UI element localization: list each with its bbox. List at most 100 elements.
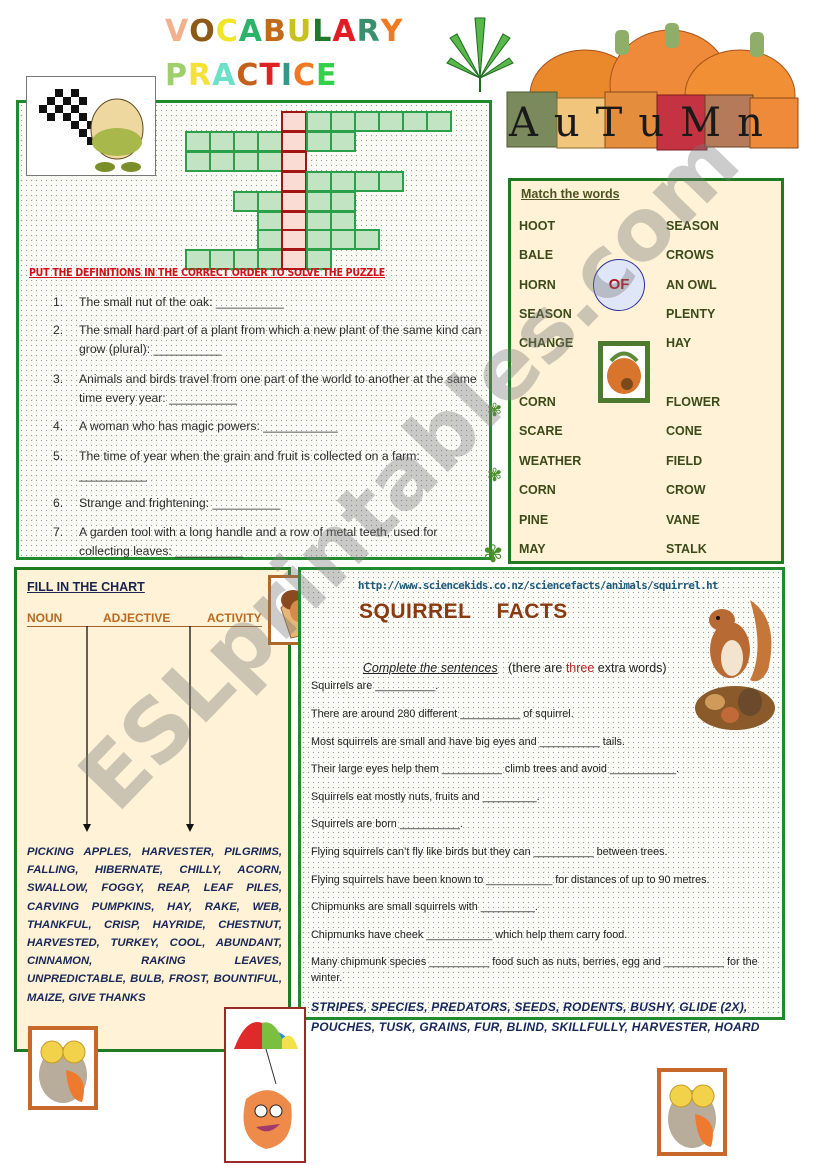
crossword-cell[interactable] [306, 131, 332, 152]
crossword-cell[interactable] [426, 111, 452, 132]
match-word[interactable]: CROWS [666, 248, 714, 262]
match-word[interactable]: BALE [519, 248, 553, 262]
crossword-cell[interactable] [402, 111, 428, 132]
title-letter: C [215, 14, 239, 49]
crossword-cell[interactable] [233, 191, 259, 212]
crossword-cell[interactable] [185, 151, 211, 172]
title-letter: U [286, 14, 313, 49]
fact-sentence: Flying squirrels can’t fly like birds bu… [311, 846, 668, 858]
autumn-letter: A [509, 100, 538, 146]
match-word[interactable]: VANE [666, 513, 700, 527]
crossword-cell[interactable] [306, 229, 332, 250]
crossword-cell[interactable] [185, 131, 211, 152]
crossword-cell[interactable] [378, 171, 404, 192]
match-word[interactable]: CORN [519, 483, 556, 497]
crossword-cell[interactable] [209, 151, 235, 172]
crossword-key-cell[interactable] [281, 151, 307, 172]
definition-number: 4. [53, 419, 64, 433]
crossword-cell[interactable] [378, 111, 404, 132]
crossword-key-cell[interactable] [281, 131, 307, 152]
match-word[interactable]: SEASON [666, 219, 719, 233]
complete-sentences-label: Complete the sentences [362, 661, 498, 675]
crossword-cell[interactable] [233, 151, 259, 172]
crossword-cell[interactable] [354, 171, 380, 192]
title-vocabulary: VOCABULARY [165, 14, 403, 49]
fact-sentence: Most squirrels are small and have big ey… [311, 736, 625, 748]
title-letter: V [165, 14, 190, 49]
title-letter: A [212, 58, 237, 93]
definition-item: 6. Strange and frightening: __________ [53, 494, 485, 513]
definition-text: Animals and birds travel from one part o… [79, 372, 477, 405]
crossword-cell[interactable] [330, 111, 356, 132]
match-word[interactable]: STALK [666, 542, 707, 556]
title-letter: L [312, 14, 333, 49]
crossword-key-cell[interactable] [281, 191, 307, 212]
match-word[interactable]: FIELD [666, 454, 702, 468]
autumn-letter: u [638, 100, 665, 146]
crossword-cell[interactable] [306, 111, 332, 132]
crossword-key-cell[interactable] [281, 171, 307, 192]
match-word[interactable]: AN OWL [666, 278, 717, 292]
chart-word-bank: PICKING APPLES, HARVESTER, PILGRIMS, FAL… [27, 846, 282, 1004]
definition-number: 7. [53, 525, 64, 539]
leaf-icon: ✾ [483, 541, 504, 568]
match-word[interactable]: CONE [666, 424, 702, 438]
pumpkin-basket-image [598, 341, 650, 403]
crossword-cell[interactable] [233, 131, 259, 152]
match-word[interactable]: CHANGE [519, 336, 573, 350]
chart-title: FILL IN THE CHART [27, 580, 145, 594]
crossword-key-cell[interactable] [281, 229, 307, 250]
match-word[interactable]: HORN [519, 278, 556, 292]
title-letter: R [188, 58, 213, 93]
crossword-cell[interactable] [354, 111, 380, 132]
match-word[interactable]: SCARE [519, 424, 563, 438]
match-word[interactable]: CORN [519, 395, 556, 409]
owl-image [28, 1026, 98, 1110]
crossword-cell[interactable] [330, 171, 356, 192]
crossword-cell[interactable] [257, 131, 283, 152]
match-title: Match the words [521, 187, 620, 201]
crossword-heading: PUT THE DEFINITIONS IN THE CORRECT ORDER… [29, 266, 385, 279]
of-connector-circle: OF [593, 259, 645, 311]
match-words-section: Match the words HOOT BALE HORN SEASON CHANGE… [508, 178, 784, 564]
crossword-key-cell[interactable] [281, 111, 307, 132]
crossword-cell[interactable] [209, 131, 235, 152]
crossword-cell[interactable] [306, 171, 332, 192]
match-word[interactable]: HOOT [519, 219, 555, 233]
definition-number: 6. [53, 496, 64, 510]
fact-sentence: Many chipmunk species __________ food su… [311, 956, 758, 984]
definition-item: 3. Animals and birds travel from one part… [53, 370, 485, 408]
crossword-cell[interactable] [330, 191, 356, 212]
match-word[interactable]: SEASON [519, 307, 572, 321]
crossword-cell[interactable] [306, 191, 332, 212]
match-word[interactable]: HAY [666, 336, 691, 350]
title-practice: PRACTICE [165, 58, 338, 93]
definition-text: The time of year when the grain and frui… [79, 449, 420, 482]
match-word[interactable]: MAY [519, 542, 546, 556]
source-url[interactable]: http://www.sciencekids.co.nz/sciencefact… [358, 579, 719, 592]
fact-sentence: Flying squirrels have been known to ____… [311, 874, 710, 886]
match-word[interactable]: PINE [519, 513, 548, 527]
crossword-cell[interactable] [330, 229, 356, 250]
definition-number: 1. [53, 295, 64, 309]
match-word[interactable]: CROW [666, 483, 706, 497]
autumn-letter: u [553, 100, 580, 146]
cartoon-checkered-flag-image [26, 76, 156, 176]
crossword-cell[interactable] [330, 131, 356, 152]
fact-sentence: Chipmunks have cheek ___________ which h… [311, 929, 628, 941]
definition-number: 3. [53, 372, 64, 386]
word-bank-line: STRIPES, SPECIES, PREDATORS, SEEDS, RODE… [311, 1000, 748, 1014]
crossword-cell[interactable] [257, 151, 283, 172]
match-word[interactable]: WEATHER [519, 454, 581, 468]
match-word[interactable]: FLOWER [666, 395, 720, 409]
title-letter: O [189, 14, 216, 49]
crossword-cell[interactable] [257, 229, 283, 250]
crossword-cell[interactable] [257, 191, 283, 212]
match-word[interactable]: PLENTY [666, 307, 715, 321]
crossword-cell[interactable] [354, 229, 380, 250]
definition-text: The small nut of the oak: __________ [79, 295, 284, 309]
autumn-letter: n [737, 100, 763, 146]
leaf-icon: ✾ [487, 465, 503, 485]
column-activity: ACTIVITY [207, 611, 262, 625]
definition-number: 5. [53, 449, 64, 463]
